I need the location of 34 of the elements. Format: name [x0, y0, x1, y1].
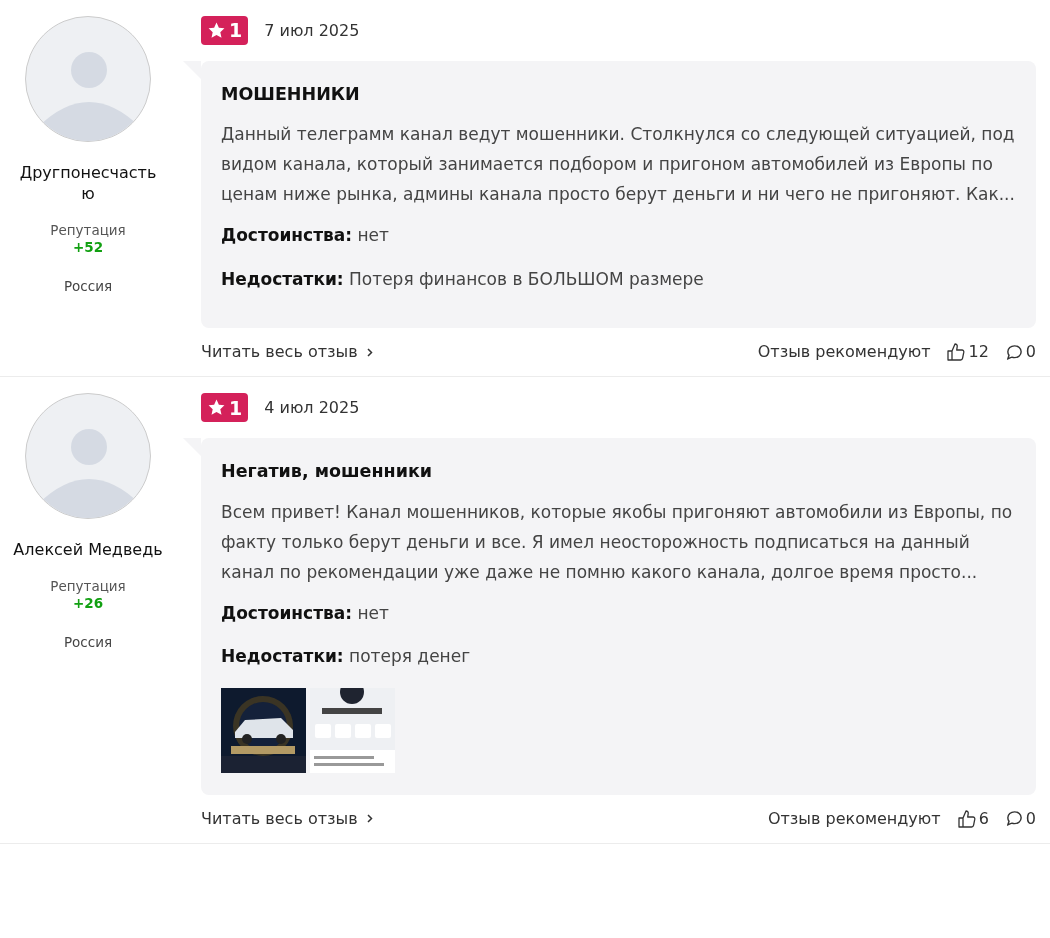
- thumbs-up-icon: [946, 342, 967, 363]
- reputation-value: +52: [72, 239, 104, 256]
- country-label: Россия: [63, 277, 113, 296]
- author-name[interactable]: Алексей Медведь: [13, 539, 163, 561]
- pros-text: Достоинства: нет: [221, 601, 390, 625]
- rating-badge: 1: [201, 16, 249, 45]
- reputation-value: +26: [72, 595, 104, 613]
- read-more-link[interactable]: Читать весь отзыв: [201, 806, 373, 831]
- recommend-label: Отзыв рекомендуют: [757, 341, 931, 364]
- reputation-label: Репутация: [50, 222, 126, 239]
- like-button[interactable]: 12: [946, 340, 989, 365]
- review-text: Всем привет! Канал мошенников, которые якобы пригоняют автомобили из Европы, по факту только берут деньги и все. Я имел неосторожность подписаться на данный канал по рекомендации уже даже не помню какого канала, долгое время просто...: [221, 500, 1014, 584]
- comment-button[interactable]: 0: [1004, 806, 1036, 831]
- rating-badge: 1: [201, 393, 249, 423]
- country-label: Россия: [63, 633, 113, 653]
- chevron-right-icon: [366, 347, 373, 357]
- chevron-right-icon: [366, 814, 373, 823]
- pros-text: Достоинства: нет: [221, 224, 390, 248]
- comment-button[interactable]: 0: [1004, 340, 1036, 365]
- recommend-label: Отзыв рекомендуют: [767, 807, 941, 830]
- thumbs-up-icon: [956, 808, 977, 829]
- review-title: Негатив, мошенники: [221, 460, 434, 484]
- review-text: Данный телеграмм канал ведут мошенники. Столкнулся со следующей ситуацией, под видом канала, который занимается подбором и пригоном автомобилей из Европы по ценам ниже рынка, админы канала просто берут деньги и ни чего не пригоняют. Как...: [221, 123, 1016, 207]
- speech-bubble-icon: [1004, 342, 1024, 362]
- review-date: 4 июл 2025: [264, 396, 360, 419]
- review-date: 7 июл 2025: [264, 19, 360, 42]
- cons-text: Недостатки: Потеря финансов в БОЛЬШОМ размере: [221, 267, 705, 291]
- like-button[interactable]: 6: [956, 806, 989, 831]
- speech-bubble-icon: [1004, 809, 1024, 828]
- reputation-label: Репутация: [50, 578, 126, 596]
- read-more-link[interactable]: Читать весь отзыв: [201, 340, 373, 365]
- author-name[interactable]: Другпонесчасть ю: [13, 162, 163, 204]
- cons-text: Недостатки: потеря денег: [221, 645, 472, 668]
- review-title: МОШЕННИКИ: [221, 83, 361, 106]
